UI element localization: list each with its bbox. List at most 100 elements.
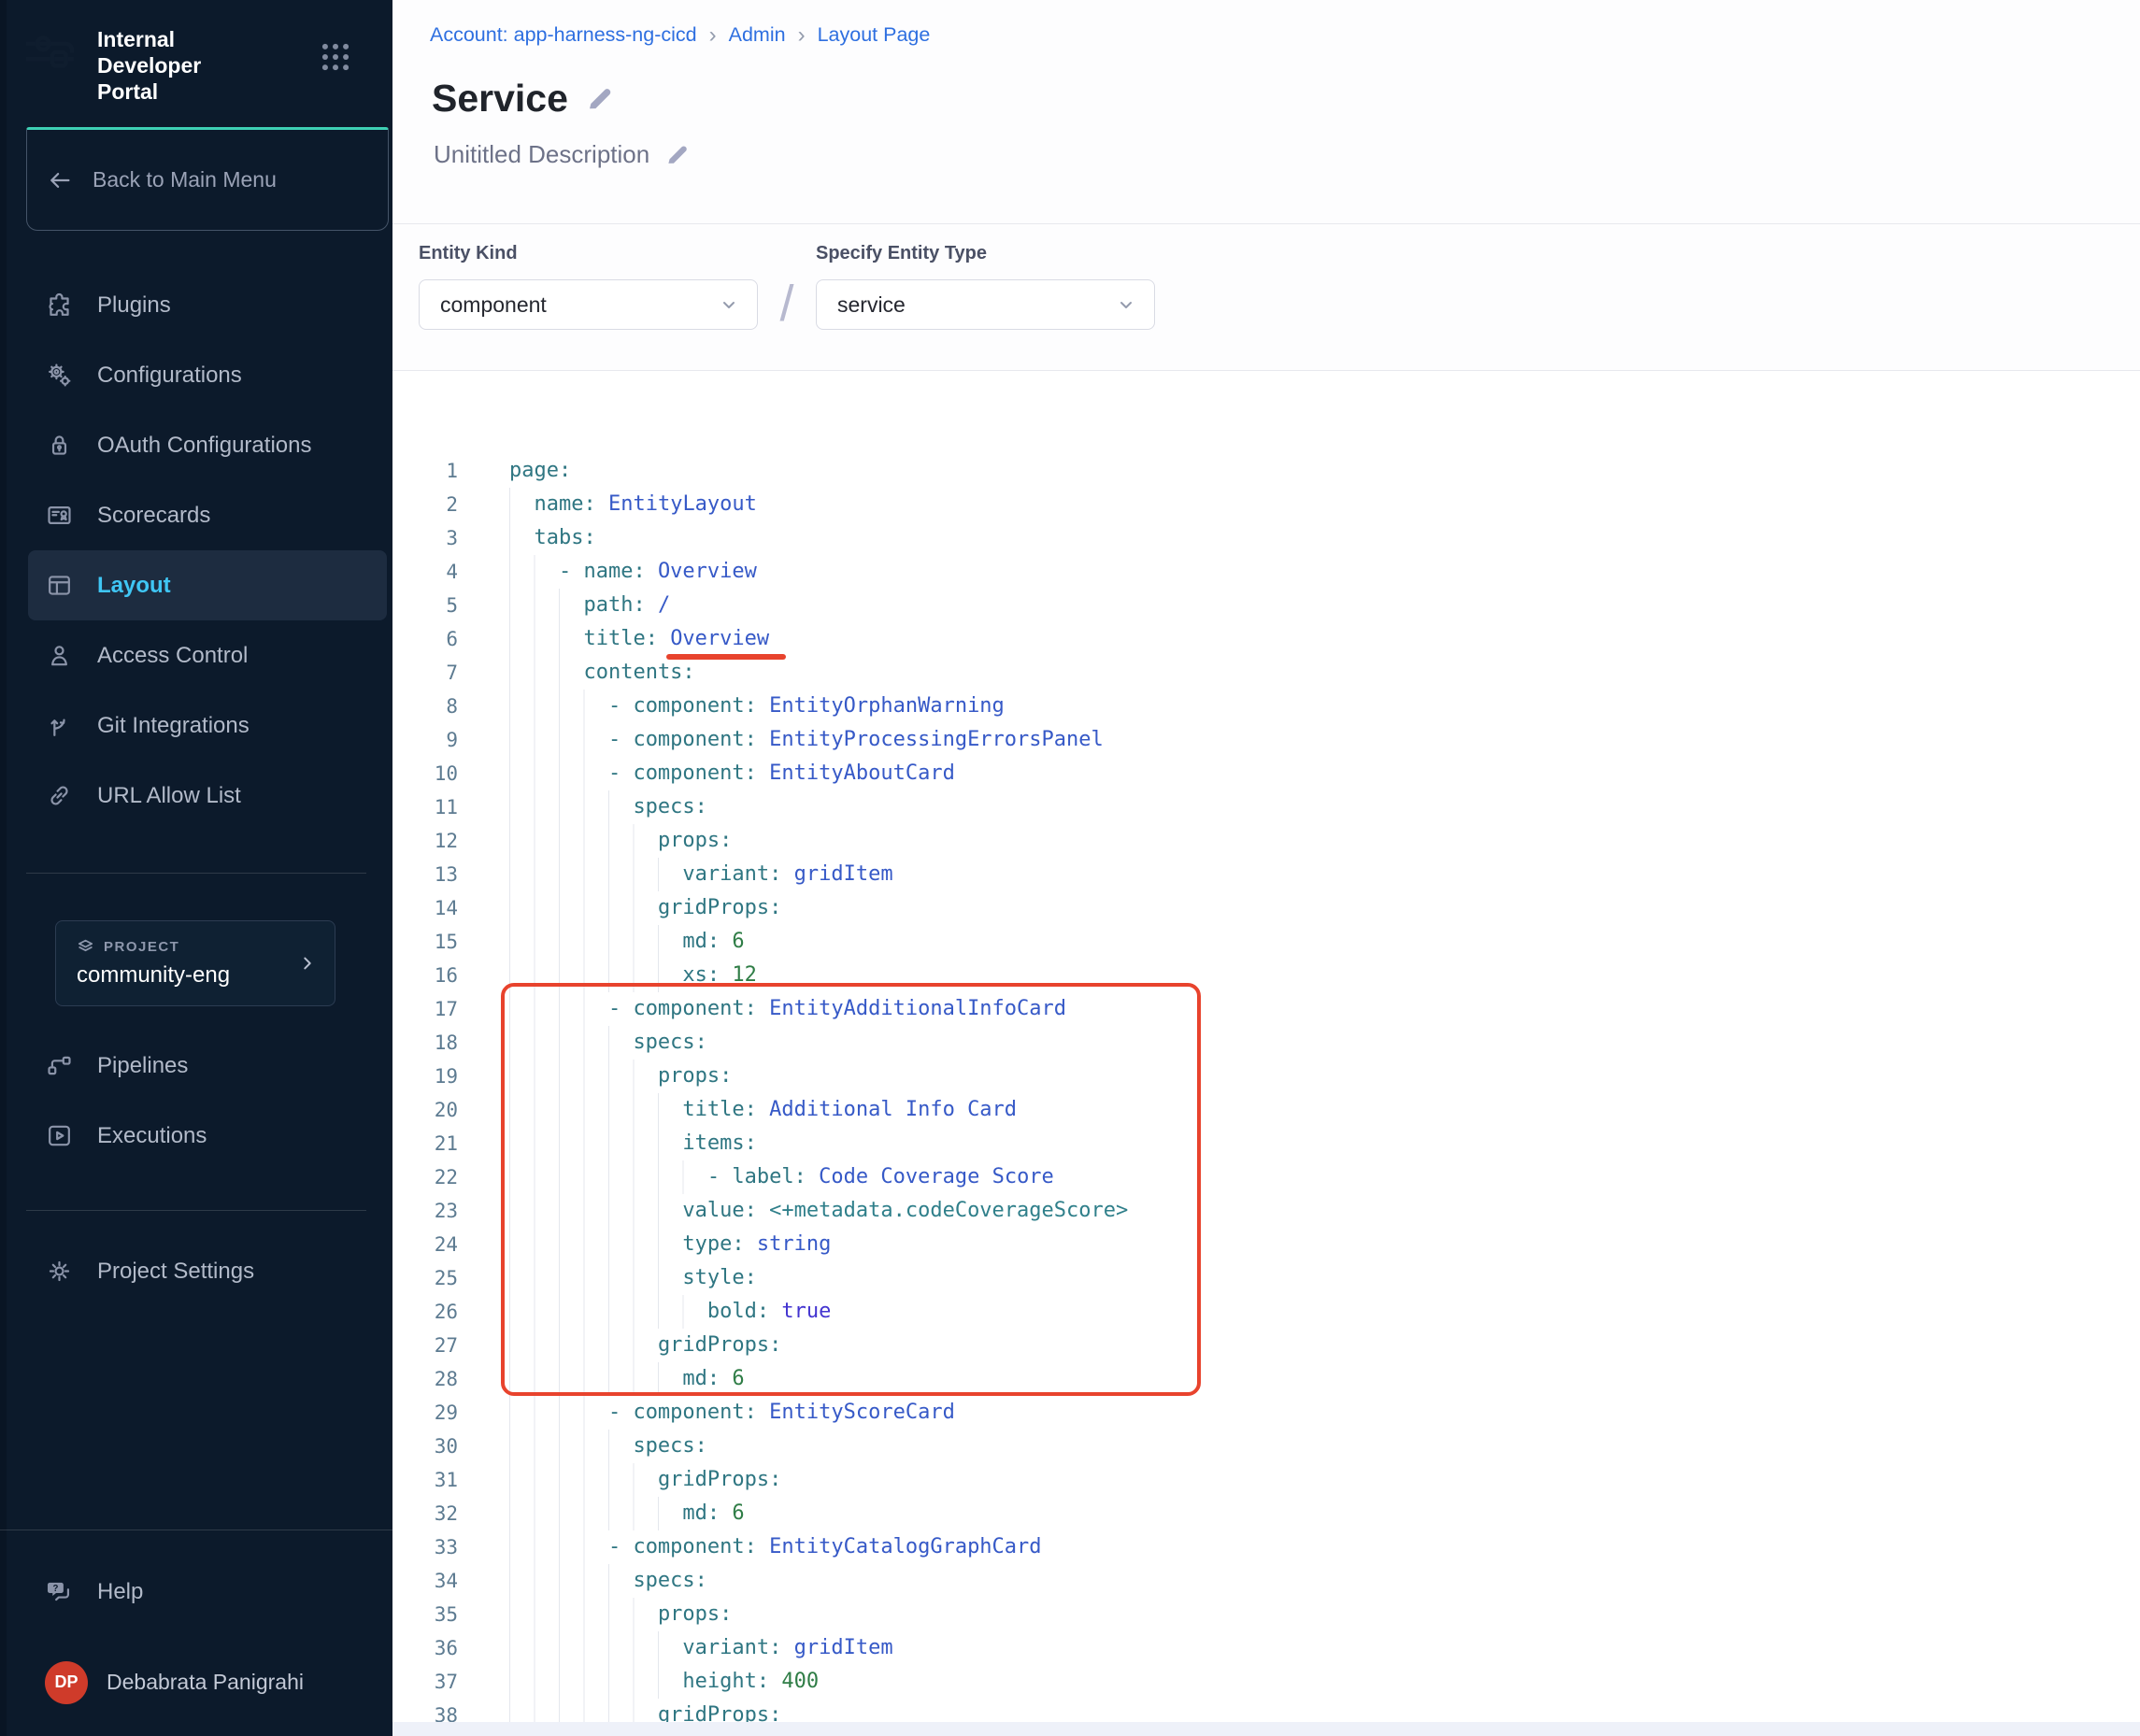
code-line[interactable]: 33- component: EntityCatalogGraphCard	[392, 1530, 2140, 1564]
page-title: Service	[432, 77, 568, 121]
code-line[interactable]: 26bold: true	[392, 1295, 2140, 1329]
code-token: gridProps:	[658, 896, 781, 919]
code-line[interactable]: 3tabs:	[392, 521, 2140, 555]
code-line[interactable]: 25style:	[392, 1261, 2140, 1295]
sidebar-divider	[26, 1210, 366, 1211]
edit-title-pencil-icon[interactable]	[585, 84, 614, 113]
code-line[interactable]: 9- component: EntityProcessingErrorsPane…	[392, 723, 2140, 757]
code-line[interactable]: 13variant: gridItem	[392, 858, 2140, 891]
code-line[interactable]: 27gridProps:	[392, 1329, 2140, 1362]
code-token: style:	[682, 1266, 756, 1289]
code-content: height: 400	[509, 1665, 819, 1699]
code-token: 6	[732, 1501, 744, 1525]
line-number: 7	[392, 656, 458, 690]
code-line[interactable]: 34specs:	[392, 1564, 2140, 1598]
code-token: - component:	[608, 1401, 769, 1424]
sidebar-item-project-settings[interactable]: Project Settings	[28, 1236, 387, 1306]
sidebar-item-oauth-configurations[interactable]: OAuth Configurations	[28, 410, 387, 480]
edit-description-pencil-icon[interactable]	[664, 142, 690, 167]
code-token: string	[757, 1232, 831, 1256]
user-menu[interactable]: DP Debabrata Panigrahi	[28, 1647, 392, 1717]
code-content: specs:	[509, 790, 707, 824]
indent-guides	[509, 656, 583, 690]
code-line[interactable]: 12props:	[392, 824, 2140, 858]
code-line[interactable]: 11specs:	[392, 790, 2140, 824]
sidebar-item-pipelines[interactable]: Pipelines	[28, 1031, 387, 1101]
sidebar-item-layout[interactable]: Layout	[28, 550, 387, 620]
sidebar-item-label: Layout	[97, 573, 171, 599]
code-line[interactable]: 6title: Overview	[392, 622, 2140, 656]
indent-guides	[509, 1261, 682, 1295]
sidebar-item-executions[interactable]: Executions	[28, 1101, 387, 1171]
gear-icon	[45, 1257, 74, 1286]
code-line[interactable]: 7contents:	[392, 656, 2140, 690]
sidebar-item-access-control[interactable]: Access Control	[28, 620, 387, 690]
project-selector-card[interactable]: PROJECT community-eng	[55, 920, 335, 1006]
code-line[interactable]: 18specs:	[392, 1026, 2140, 1060]
indent-guides	[509, 790, 633, 824]
indent-guides	[509, 723, 608, 757]
code-line[interactable]: 10- component: EntityAboutCard	[392, 757, 2140, 790]
code-line[interactable]: 28md: 6	[392, 1362, 2140, 1396]
line-number: 22	[392, 1160, 458, 1194]
sidebar-item-plugins[interactable]: Plugins	[28, 270, 387, 340]
gears-icon	[45, 361, 74, 390]
code-line[interactable]: 37height: 400	[392, 1665, 2140, 1699]
code-content: name: EntityLayout	[509, 488, 757, 521]
breadcrumb-item[interactable]: Layout Page	[818, 23, 931, 47]
entity-kind-select[interactable]: component	[419, 279, 758, 330]
code-token: EntityLayout	[608, 492, 757, 516]
sidebar-item-configurations[interactable]: Configurations	[28, 340, 387, 410]
yaml-editor[interactable]: 1page:2name: EntityLayout3tabs:4- name: …	[392, 371, 2140, 1736]
sidebar-item-url-allow-list[interactable]: URL Allow List	[28, 761, 387, 831]
entity-type-select[interactable]: service	[816, 279, 1155, 330]
code-line[interactable]: 1page:	[392, 454, 2140, 488]
breadcrumb-item[interactable]: Admin	[729, 23, 786, 47]
code-line[interactable]: 20title: Additional Info Card	[392, 1093, 2140, 1127]
scorecard-icon	[45, 501, 74, 530]
code-content: specs:	[509, 1026, 707, 1060]
code-token: - name:	[559, 560, 658, 583]
code-line[interactable]: 35props:	[392, 1598, 2140, 1631]
sidebar-item-label: Pipelines	[97, 1053, 188, 1079]
sidebar-item-help[interactable]: Help	[28, 1557, 387, 1627]
indent-guides	[509, 757, 608, 790]
code-line[interactable]: 8- component: EntityOrphanWarning	[392, 690, 2140, 723]
code-line[interactable]: 24type: string	[392, 1228, 2140, 1261]
indent-guides	[509, 1564, 633, 1598]
line-number: 16	[392, 959, 458, 992]
sidebar-item-scorecards[interactable]: Scorecards	[28, 480, 387, 550]
indent-guides	[509, 690, 608, 723]
code-token: - component:	[608, 694, 769, 718]
code-line[interactable]: 22- label: Code Coverage Score	[392, 1160, 2140, 1194]
breadcrumb-item[interactable]: Account: app-harness-ng-cicd	[430, 23, 697, 47]
code-line[interactable]: 21items:	[392, 1127, 2140, 1160]
code-line[interactable]: 29- component: EntityScoreCard	[392, 1396, 2140, 1430]
code-line[interactable]: 30specs:	[392, 1430, 2140, 1463]
back-to-main-menu-button[interactable]: Back to Main Menu	[26, 127, 389, 231]
code-line[interactable]: 19props:	[392, 1060, 2140, 1093]
code-line[interactable]: 31gridProps:	[392, 1463, 2140, 1497]
code-line[interactable]: 16xs: 12	[392, 959, 2140, 992]
code-token: specs:	[633, 1434, 706, 1458]
line-number: 35	[392, 1598, 458, 1631]
code-line[interactable]: 15md: 6	[392, 925, 2140, 959]
code-line[interactable]: 17- component: EntityAdditionalInfoCard	[392, 992, 2140, 1026]
code-line[interactable]: 14 gridProps:	[392, 891, 2140, 925]
code-line[interactable]: 5path: /	[392, 589, 2140, 622]
sidebar-item-git-integrations[interactable]: Git Integrations	[28, 690, 387, 761]
code-line[interactable]: 32md: 6	[392, 1497, 2140, 1530]
line-number: 14	[392, 891, 458, 925]
code-line[interactable]: 4- name: Overview	[392, 555, 2140, 589]
code-line[interactable]: 36variant: gridItem	[392, 1631, 2140, 1665]
line-number: 29	[392, 1396, 458, 1430]
code-line[interactable]: 23value: <+metadata.codeCoverageScore>	[392, 1194, 2140, 1228]
editor-bottom-strip	[392, 1722, 2140, 1736]
code-line[interactable]: 2name: EntityLayout	[392, 488, 2140, 521]
line-number: 15	[392, 925, 458, 959]
indent-guides	[509, 622, 583, 656]
app-grid-menu-icon[interactable]	[318, 39, 353, 75]
code-token: specs:	[633, 1031, 706, 1054]
page-description: Unititled Description	[434, 140, 649, 169]
code-token: EntityAboutCard	[769, 761, 955, 785]
